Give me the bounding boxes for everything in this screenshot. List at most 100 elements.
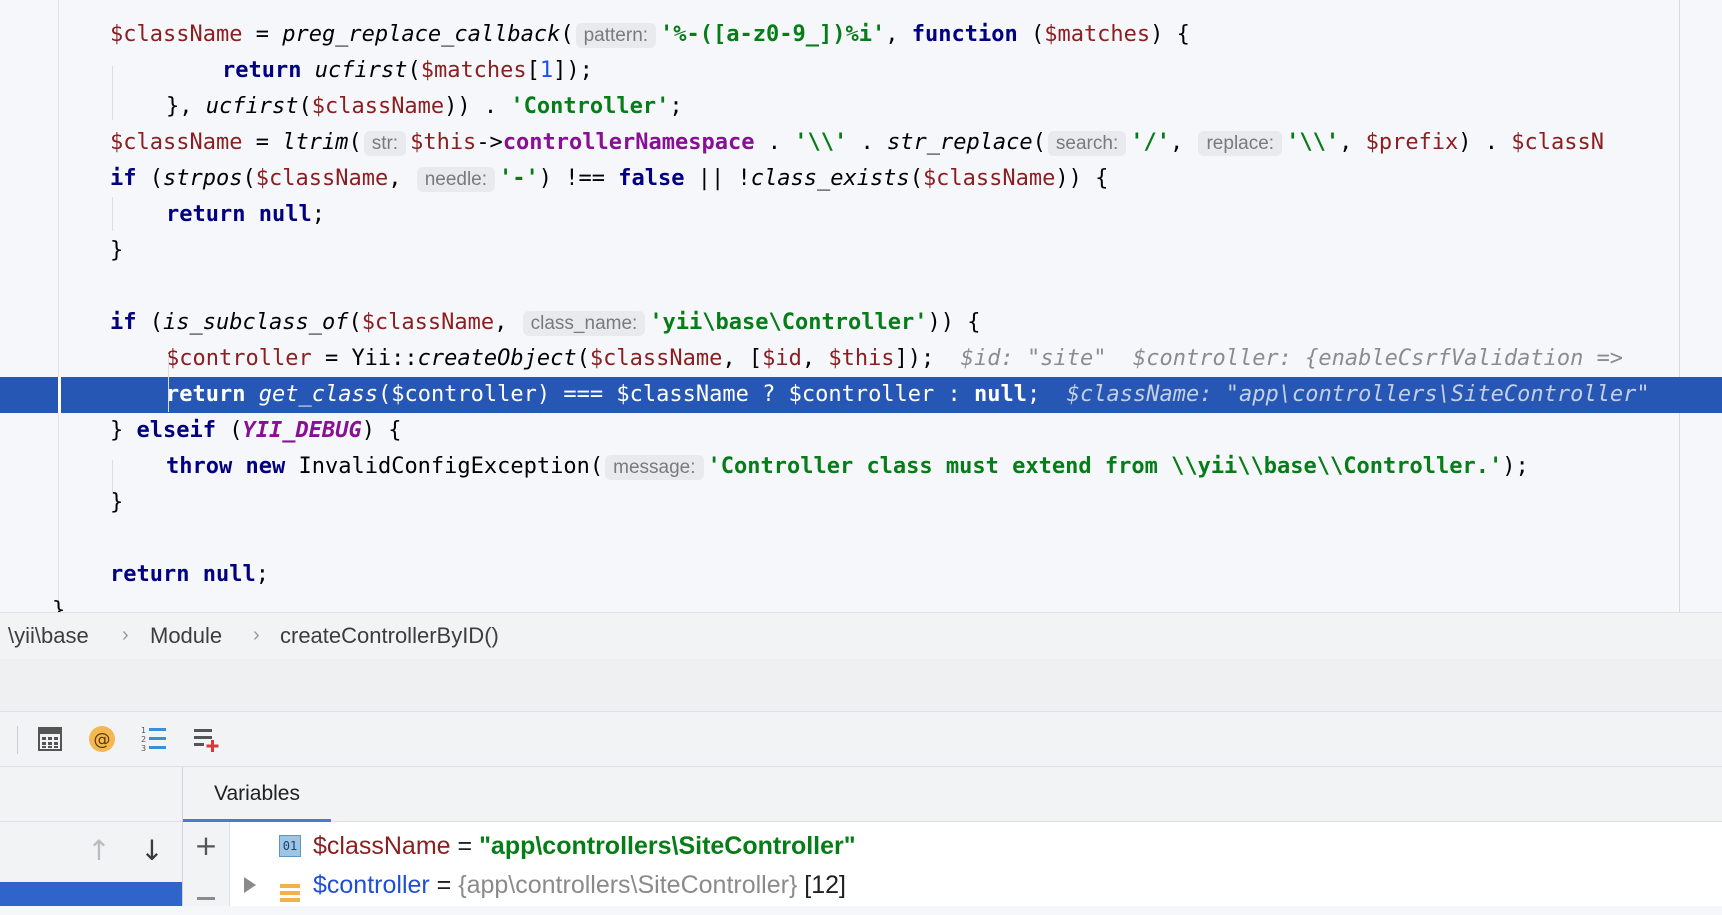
code-text: }, ucfirst($className)) . 'Controller';	[166, 89, 683, 125]
code-token: .	[847, 130, 887, 155]
code-token: strpos	[163, 166, 243, 191]
breadcrumb-separator: ›	[122, 624, 129, 646]
numbered-list-icon[interactable]: 1 2 3	[136, 721, 172, 757]
code-text: $className = ltrim(str: $this->controller…	[110, 125, 1604, 162]
string-type-icon: 01	[279, 835, 301, 857]
previous-frame-button[interactable]: ↑	[83, 835, 115, 867]
code-token: )) {	[1055, 166, 1109, 191]
code-line[interactable]: return null;	[0, 557, 1722, 593]
tab-variables[interactable]: Variables	[183, 767, 331, 822]
variable-row[interactable]: 01 $className = "app\controllers\SiteCon…	[230, 826, 1722, 866]
code-token: elseif	[136, 418, 216, 443]
svg-text:@: @	[94, 730, 111, 750]
code-token: ) !==	[538, 166, 619, 191]
code-line[interactable]: $className = preg_replace_callback(patte…	[0, 17, 1722, 53]
code-token: ) ===	[536, 382, 617, 407]
inline-debug-value: $id: "site" $controller: {enableCsrfVali…	[960, 346, 1624, 371]
code-token: (	[1017, 22, 1045, 47]
code-token: ,	[1169, 130, 1197, 155]
code-token: is_subclass_of	[163, 310, 349, 335]
code-token: $matches	[420, 58, 527, 83]
add-variable-button[interactable]: +	[183, 830, 229, 862]
variables-toolstrip: +	[183, 822, 230, 906]
code-line[interactable]: return null;	[0, 197, 1722, 233]
code-editor[interactable]: $className = preg_replace_callback(patte…	[0, 0, 1722, 612]
code-text: return ucfirst($matches[1]);	[222, 53, 593, 89]
next-frame-button[interactable]: ↓	[136, 835, 168, 867]
execution-point-line[interactable]: return get_class($controller) === $class…	[0, 377, 1722, 413]
code-text: if (is_subclass_of($className, class_nam…	[110, 305, 980, 342]
code-line[interactable]: }	[0, 485, 1722, 521]
code-token: createObject	[417, 346, 577, 371]
code-token: ;	[1027, 382, 1067, 407]
code-token: str_replace	[886, 130, 1033, 155]
variable-value: "app\controllers\SiteController"	[479, 832, 856, 860]
code-token: $classN	[1511, 130, 1604, 155]
svg-text:1: 1	[141, 726, 146, 735]
code-token: [a-z0-9_]	[713, 22, 833, 47]
code-token: (	[377, 382, 392, 407]
code-line[interactable]: }	[0, 233, 1722, 269]
code-token: $id	[762, 346, 802, 371]
code-line[interactable]: } elseif (YII_DEBUG) {	[0, 413, 1722, 449]
code-token: '-'	[499, 166, 539, 191]
code-token: class_exists	[750, 166, 910, 191]
breadcrumb-namespace[interactable]: \yii\base	[8, 623, 89, 649]
code-token: controllerNamespace	[502, 130, 755, 155]
calculator-icon[interactable]	[32, 721, 68, 757]
selected-frame[interactable]	[0, 882, 182, 906]
code-token: :	[934, 382, 975, 407]
code-token: 'Controller class must extend from \\yii…	[707, 454, 1503, 479]
code-token: $className	[922, 166, 1056, 191]
variable-name: $className	[313, 832, 451, 860]
code-token: null	[258, 202, 312, 227]
code-text: $className = preg_replace_callback(patte…	[110, 17, 1190, 54]
breadcrumb-method[interactable]: createControllerByID()	[280, 623, 499, 649]
variables-header: Variables	[183, 767, 1722, 822]
code-line[interactable]: $className = ltrim(str: $this->controller…	[0, 125, 1722, 161]
code-line[interactable]: }, ucfirst($className)) . 'Controller';	[0, 89, 1722, 125]
code-text: }	[110, 233, 123, 269]
code-line[interactable]: }	[0, 593, 1722, 612]
code-token: if	[110, 166, 137, 191]
code-line[interactable]	[0, 269, 1722, 305]
code-token: ltrim	[282, 130, 349, 155]
indent-guide	[112, 66, 113, 120]
toolbar-divider	[17, 726, 18, 754]
code-line[interactable]	[0, 521, 1722, 557]
add-watch-icon[interactable]	[188, 721, 224, 757]
code-token: =	[242, 130, 283, 155]
parameter-hint: str:	[363, 131, 407, 156]
at-icon[interactable]: @	[84, 721, 120, 757]
code-token: 'yii\base\Controller'	[649, 310, 928, 335]
code-token: $className	[361, 310, 495, 335]
code-line[interactable]: if (strpos($className, needle: '-') !== f…	[0, 161, 1722, 197]
code-token: )) {	[927, 310, 981, 335]
code-token: new	[245, 454, 286, 479]
code-line[interactable]: $controller = Yii::createObject($classNa…	[0, 341, 1722, 377]
code-line[interactable]: if (is_subclass_of($className, class_nam…	[0, 305, 1722, 341]
code-token: (	[348, 130, 362, 155]
variable-row[interactable]: $controller = {app\controllers\SiteContr…	[230, 865, 1722, 905]
code-token: ,	[885, 22, 912, 47]
code-token: 'Controller'	[510, 94, 670, 119]
execution-marker	[58, 377, 61, 413]
code-token: InvalidConfigException(	[285, 454, 604, 479]
code-token: $className	[110, 22, 243, 47]
code-text: throw new InvalidConfigException(message…	[166, 449, 1529, 486]
expand-arrow-icon[interactable]	[244, 877, 256, 893]
parameter-hint: class_name:	[522, 311, 646, 336]
code-token: }	[110, 418, 137, 443]
code-token: , [	[722, 346, 763, 371]
code-token: ;	[669, 94, 683, 119]
breadcrumb-class[interactable]: Module	[150, 623, 222, 649]
code-token: $this	[828, 346, 895, 371]
remove-variable-icon[interactable]	[197, 897, 215, 900]
code-line[interactable]: throw new InvalidConfigException(message…	[0, 449, 1722, 485]
code-line[interactable]: return ucfirst($matches[1]);	[0, 53, 1722, 89]
indent-guide	[168, 354, 169, 412]
variable-count: [12]	[797, 871, 846, 899]
